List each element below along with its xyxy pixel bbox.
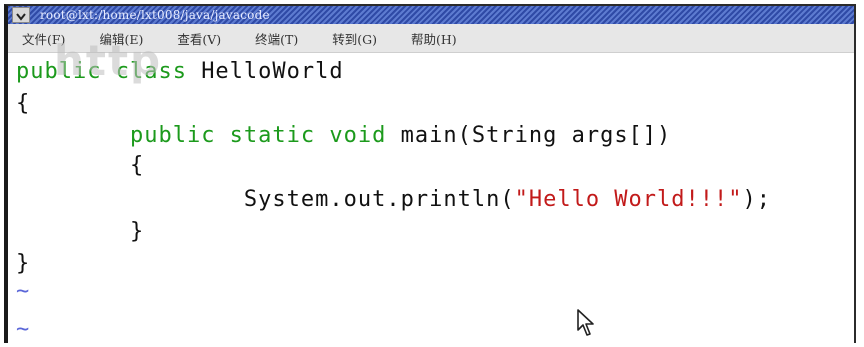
class-name: HelloWorld — [201, 59, 344, 84]
mouse-pointer-icon — [576, 308, 598, 342]
menu-view[interactable]: 查看(V) — [177, 29, 221, 48]
code-line-2: { — [16, 91, 31, 116]
empty-line-tilde-1: ~ — [16, 279, 31, 304]
code-keyword: public static void — [129, 123, 387, 148]
code-call: System.out.println( — [16, 187, 515, 212]
menu-file[interactable]: 文件(F) — [22, 29, 65, 48]
terminal-window: root@lxt:/home/lxt008/java/javacode 文件(F… — [4, 4, 856, 343]
menu-help[interactable]: 帮助(H) — [411, 29, 457, 48]
code-line-1: public class HelloWorld — [16, 59, 344, 85]
window-title: root@lxt:/home/lxt008/java/javacode — [40, 8, 270, 22]
code-line-7: } — [16, 251, 31, 276]
menu-bar: 文件(F) 编辑(E) 查看(V) 终端(T) 转到(G) 帮助(H) — [8, 24, 854, 53]
window-menu-button[interactable] — [12, 7, 30, 23]
terminal-editor-area[interactable]: public class HelloWorld { public static … — [8, 53, 854, 343]
menu-edit[interactable]: 编辑(E) — [99, 29, 143, 48]
code-call-end: ); — [742, 187, 772, 212]
empty-line-tilde-2: ~ — [16, 317, 31, 342]
menu-terminal[interactable]: 终端(T) — [255, 29, 298, 48]
code-keyword: public class — [16, 59, 202, 84]
title-bar[interactable]: root@lxt:/home/lxt008/java/javacode — [8, 6, 854, 24]
method-signature: main(String args[]) — [386, 123, 672, 148]
code-line-3: public static void main(String args[]) — [16, 123, 671, 149]
menu-goto[interactable]: 转到(G) — [332, 29, 377, 48]
chevron-down-icon — [16, 6, 26, 25]
code-line-6: } — [16, 219, 145, 244]
code-line-4: { — [16, 153, 145, 178]
code-line-5: System.out.println("Hello World!!!"); — [16, 187, 771, 213]
code-string: "Hello World!!!" — [514, 187, 743, 212]
